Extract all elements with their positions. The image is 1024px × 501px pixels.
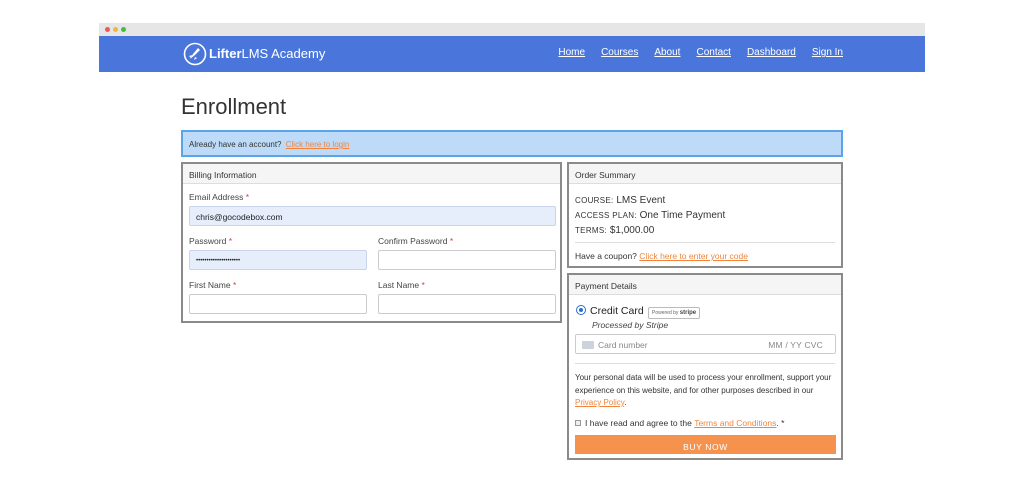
last-name-field[interactable] [378,294,556,314]
minimize-window-button[interactable] [113,27,118,32]
page-title: Enrollment [181,94,287,119]
site-header: LifterLMS Academy Home Courses About Con… [99,36,925,72]
nav-dashboard[interactable]: Dashboard [747,47,796,58]
billing-panel: Billing Information Email Address * chri… [181,162,562,323]
required-mark: * [245,192,250,202]
login-notice-text: Already have an account? [189,140,282,149]
email-label-text: Email Address [189,192,244,202]
access-plan-value: One Time Payment [639,210,726,221]
expiry-cvc-placeholder: MM / YY CVC [768,340,823,350]
card-number-placeholder: Card number [598,340,648,350]
card-number-input[interactable]: Card number MM / YY CVC [575,334,836,354]
credit-card-icon [582,341,594,349]
last-name-label: Last Name * [378,280,425,290]
course-line: COURSE: LMS Event [575,195,665,206]
course-value: LMS Event [616,195,666,206]
terms-caption: TERMS: [575,226,608,235]
maximize-window-button[interactable] [121,27,126,32]
brand-light: LMS Academy [241,46,326,61]
last-name-label-text: Last Name [378,280,420,290]
credit-card-radio[interactable] [576,305,586,315]
credit-card-label[interactable]: Credit Card [590,305,644,317]
billing-title: Billing Information [183,164,560,184]
nav-home[interactable]: Home [558,47,585,58]
privacy-policy-link[interactable]: Privacy Policy [575,398,624,407]
nav-contact[interactable]: Contact [696,47,730,58]
email-label: Email Address * [189,192,249,202]
password-field[interactable]: ••••••••••••••••••••• [189,250,367,270]
access-plan-line: ACCESS PLAN: One Time Payment [575,210,725,221]
site-brand[interactable]: LifterLMS Academy [209,46,325,61]
confirm-password-field[interactable] [378,250,556,270]
first-name-label: First Name * [189,280,236,290]
powered-by-stripe-badge: Powered by stripe [648,307,701,319]
agree-text: I have read and agree to the [585,418,692,428]
first-name-field[interactable] [189,294,367,314]
divider [575,242,835,243]
course-caption: COURSE: [575,196,614,205]
brand-bold: Lifter [209,46,242,61]
terms-value: $1,000.00 [609,225,655,236]
access-plan-caption: ACCESS PLAN: [575,211,637,220]
terms-checkbox[interactable] [575,420,581,426]
rocket-logo-icon[interactable] [183,42,207,66]
terms-line: TERMS: $1,000.00 [575,225,654,236]
login-link[interactable]: Click here to login [286,140,350,149]
password-label-text: Password [189,236,227,246]
terms-end: . * [776,418,785,428]
order-summary-title: Order Summary [569,164,841,184]
close-window-button[interactable] [105,27,110,32]
badge-text: Powered by [652,310,679,316]
coupon-link[interactable]: Click here to enter your code [639,251,748,261]
badge-brand: stripe [679,310,697,316]
required-mark: * [228,236,233,246]
confirm-password-label-text: Confirm Password [378,236,448,246]
privacy-notice: Your personal data will be used to proce… [575,372,841,410]
password-label: Password * [189,236,232,246]
terms-conditions-link[interactable]: Terms and Conditions [694,418,776,428]
order-summary-panel: Order Summary COURSE: LMS Event ACCESS P… [567,162,843,268]
processed-by-text: Processed by Stripe [592,320,669,330]
main-nav: Home Courses About Contact Dashboard Sig… [558,47,843,58]
coupon-text: Have a coupon? [575,251,637,261]
required-mark: * [449,236,454,246]
buy-now-button[interactable]: BUY NOW [575,435,836,454]
privacy-end: . [624,398,627,407]
privacy-text: Your personal data will be used to proce… [575,373,832,395]
window-titlebar [99,23,925,36]
required-mark: * [421,280,425,290]
payment-panel: Payment Details Credit Card Powered by s… [567,273,843,460]
nav-courses[interactable]: Courses [601,47,638,58]
coupon-row: Have a coupon? Click here to enter your … [575,251,748,261]
terms-agreement-row: I have read and agree to the Terms and C… [575,418,784,428]
email-field[interactable]: chris@gocodebox.com [189,206,556,226]
first-name-label-text: First Name [189,280,231,290]
required-mark: * [232,280,237,290]
login-notice: Already have an account? Click here to l… [181,130,843,157]
payment-title: Payment Details [569,275,841,295]
divider [575,363,835,364]
confirm-password-label: Confirm Password * [378,236,453,246]
nav-sign-in[interactable]: Sign In [812,47,843,58]
nav-about[interactable]: About [654,47,680,58]
